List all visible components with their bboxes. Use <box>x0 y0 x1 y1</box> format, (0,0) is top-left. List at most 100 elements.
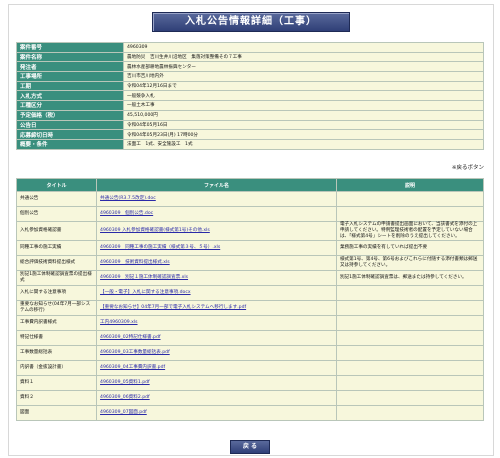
file-cell: 共通公告(R3.7.5改定).doc <box>96 191 337 207</box>
file-cell: 4960309_07図面.pdf <box>96 405 337 421</box>
info-row: 工事場所 吉川市吉川地内外 <box>16 71 484 82</box>
file-description: 様式第1号、第4号、第6号およびこれらに付随する添付書類は郵送又は持参してくださ… <box>335 255 485 271</box>
file-link[interactable]: 4960309 同種工事の施工実績（様式第３号、５号）.xls <box>100 245 220 250</box>
file-description <box>335 375 485 391</box>
header-filename: ファイル名 <box>96 178 337 192</box>
file-title: 工事数量総括表 <box>15 345 98 361</box>
file-link[interactable]: 4960309 個別公告.doc <box>100 211 153 216</box>
info-value: 令和04年05月23日(月) 17時00分 <box>123 129 484 140</box>
info-value: 一般競争入札 <box>123 90 484 102</box>
info-value: 4960309 <box>123 42 484 53</box>
file-row: 入札に関する注意事項 【一般・電子】入札に関する注意事項.docx <box>15 285 485 301</box>
file-link[interactable]: 【一般・電子】入札に関する注意事項.docx <box>100 290 191 295</box>
header-title: タイトル <box>15 178 98 192</box>
file-cell: 工内4960309.xls <box>96 315 337 331</box>
file-link[interactable]: 4960309_06資料2.pdf <box>100 395 150 400</box>
header-description: 説明 <box>335 178 485 192</box>
file-title: 個別公告 <box>15 206 98 222</box>
file-row: 別記1施工体制確認調査票の提出様式 4960309 別記１施工体制確認調査票.xl… <box>15 270 485 286</box>
file-description <box>335 405 485 421</box>
file-row: 特記仕様書 4960309_02特記仕様書.pdf <box>15 330 485 346</box>
file-row: 内訳書（金抜設計書） 4960309_04工事費内訳書.pdf <box>15 360 485 376</box>
info-label: 概要・条件 <box>16 138 124 150</box>
file-description <box>335 315 485 331</box>
file-description <box>335 330 485 346</box>
file-title: 内訳書（金抜設計書） <box>15 360 98 376</box>
file-title: 同種工事の施工実績 <box>15 240 98 256</box>
file-title: 特記仕様書 <box>15 330 98 346</box>
file-row: 工事費内訳書様式 工内4960309.xls <box>15 315 485 331</box>
info-row: 公告日 令和04年05月16日 <box>16 119 484 131</box>
file-description <box>335 345 485 361</box>
info-label: 公告日 <box>16 119 124 131</box>
file-cell: 4960309_05資料1.pdf <box>96 375 337 391</box>
file-title: 資料１ <box>15 375 98 391</box>
file-title: 共通公告 <box>15 191 98 207</box>
file-link[interactable]: 4960309 別記１施工体制確認調査票.xls <box>100 275 188 280</box>
info-label: 工種区分 <box>16 100 124 111</box>
file-cell: 4960309 同種工事の施工実績（様式第３号、５号）.xls <box>96 240 337 256</box>
file-row: 個別公告 4960309 個別公告.doc <box>15 206 485 222</box>
file-description: 別記1施工体制確認調査票は、郵送または持参してください。 <box>335 270 485 286</box>
info-row: 概要・条件 法面工 1式、安全施設工 1式 <box>16 138 484 150</box>
file-title: 図面 <box>15 405 98 421</box>
info-row: 工種区分 一般土木工事 <box>16 100 484 111</box>
info-value: 吉川市吉川地内外 <box>123 71 484 82</box>
file-link[interactable]: 4960309_04工事費内訳書.pdf <box>100 365 165 370</box>
file-row: 工事数量総括表 4960309_03工事数量総括表.pdf <box>15 345 485 361</box>
file-cell: 4960309_03工事数量総括表.pdf <box>96 345 337 361</box>
file-cell: 4960309_02特記仕様書.pdf <box>96 330 337 346</box>
file-link[interactable]: 4960309_02特記仕様書.pdf <box>100 335 160 340</box>
info-value: 農地防災 吉川生井川沿地区 集落対策整備その７工事 <box>123 51 484 63</box>
file-link[interactable]: 4960309 技術資料提出様式.xls <box>100 260 170 265</box>
info-row: 入札方式 一般競争入札 <box>16 90 484 102</box>
info-label: 工事場所 <box>16 71 124 82</box>
file-description <box>335 300 485 316</box>
file-link[interactable]: 【重要なお知らせ】04年7月一部で電子入札システムへ移行します.pdf <box>100 305 246 310</box>
info-label: 予定価格（税） <box>16 109 124 121</box>
file-link[interactable]: 工内4960309.xls <box>100 320 138 325</box>
info-row: 予定価格（税） 45,510,000円 <box>16 109 484 121</box>
info-label: 応募締切日時 <box>16 129 124 140</box>
file-title: 別記1施工体制確認調査票の提出様式 <box>15 270 98 286</box>
file-row: 総合評価技術資料提出様式 4960309 技術資料提出様式.xls 様式第1号、第4… <box>15 255 485 271</box>
file-link[interactable]: 共通公告(R3.7.5改定).doc <box>100 196 156 201</box>
file-title: 重要なお知らせ(04年7月一部システムの移行) <box>15 300 98 316</box>
info-value: 農林水産部耕地農林振興センター <box>123 61 484 73</box>
file-cell: 【重要なお知らせ】04年7月一部で電子入札システムへ移行します.pdf <box>96 300 337 316</box>
file-description <box>335 360 485 376</box>
file-row: 図面 4960309_07図面.pdf <box>15 405 485 421</box>
project-info-table: 案件番号 4960309 案件名称 農地防災 吉川生井川沿地区 集落対策整備その７工事… <box>16 42 484 150</box>
file-row: 資料２ 4960309_06資料2.pdf <box>15 390 485 406</box>
file-row: 同種工事の施工実績 4960309 同種工事の施工実績（様式第３号、５号）.xls… <box>15 240 485 256</box>
file-cell: 4960309 技術資料提出様式.xls <box>96 255 337 271</box>
info-row: 案件名称 農地防災 吉川生井川沿地区 集落対策整備その７工事 <box>16 51 484 63</box>
info-label: 案件番号 <box>16 42 124 53</box>
info-value: 令和04年12月16日まで <box>123 80 484 92</box>
info-row: 案件番号 4960309 <box>16 42 484 53</box>
file-cell: 4960309 入札参加資格確認書(様式第1号)その他.xls <box>96 221 337 241</box>
info-value: 法面工 1式、安全施設工 1式 <box>123 138 484 150</box>
file-cell: 4960309 別記１施工体制確認調査票.xls <box>96 270 337 286</box>
info-label: 発注者 <box>16 61 124 73</box>
info-row: 応募締切日時 令和04年05月23日(月) 17時00分 <box>16 129 484 140</box>
file-title: 総合評価技術資料提出様式 <box>15 255 98 271</box>
file-description <box>335 285 485 301</box>
file-link[interactable]: 4960309_05資料1.pdf <box>100 380 150 385</box>
file-row: 共通公告 共通公告(R3.7.5改定).doc <box>15 191 485 207</box>
file-title: 資料２ <box>15 390 98 406</box>
file-link[interactable]: 4960309_07図面.pdf <box>100 410 147 415</box>
file-description <box>335 206 485 222</box>
info-value: 一般土木工事 <box>123 100 484 111</box>
file-link[interactable]: 4960309 入札参加資格確認書(様式第1号)その他.xls <box>100 228 210 233</box>
file-title: 入札に関する注意事項 <box>15 285 98 301</box>
file-cell: 4960309_06資料2.pdf <box>96 390 337 406</box>
info-label: 入札方式 <box>16 90 124 102</box>
back-button[interactable]: 戻 る <box>230 440 270 454</box>
file-description: 電子入札システムの申請書提出画面において、当該書式を添付の上申請してください。特… <box>335 221 485 241</box>
info-label: 工期 <box>16 80 124 92</box>
page-title: 入札公告情報詳細（工事） <box>152 12 350 32</box>
info-value: 令和04年05月16日 <box>123 119 484 131</box>
file-link[interactable]: 4960309_03工事数量総括表.pdf <box>100 350 170 355</box>
file-description: 業務施工事の実績を有していれば提出不要 <box>335 240 485 256</box>
